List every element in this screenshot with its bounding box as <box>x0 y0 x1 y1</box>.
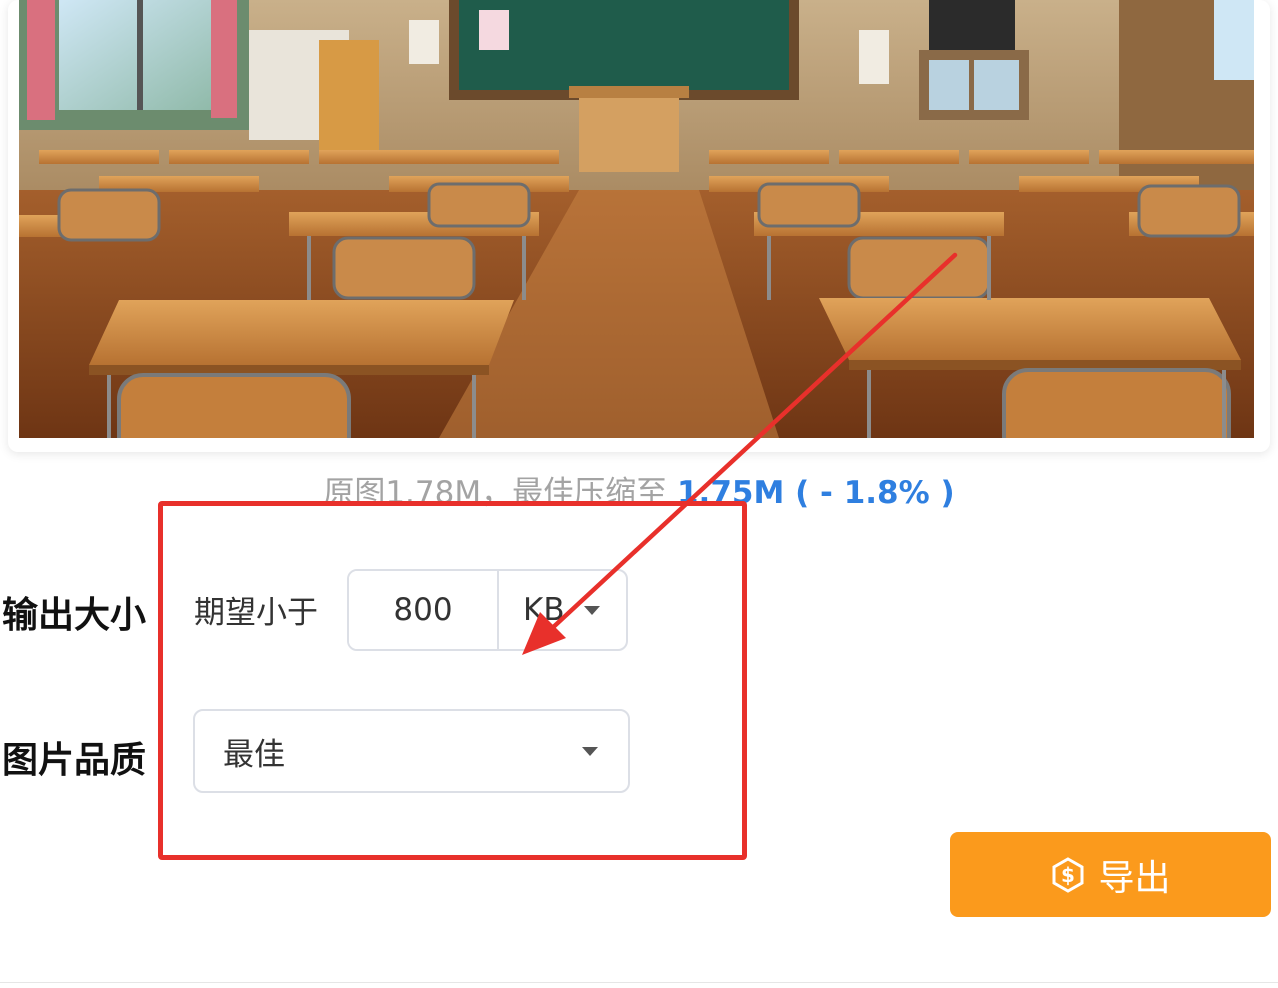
export-button[interactable]: $ 导出 <box>950 832 1271 917</box>
caret-down-icon <box>584 605 600 615</box>
compressed-result-text: 1.75M ( - 1.8% ) <box>676 475 955 511</box>
svg-text:$: $ <box>1062 863 1076 887</box>
preview-image <box>19 0 1254 438</box>
export-label: 导出 <box>1098 857 1171 899</box>
compression-summary: 原图1.78M，最佳压缩至 1.75M ( - 1.8% ) <box>0 467 1278 512</box>
image-quality-label: 图片品质 <box>2 740 147 781</box>
output-size-hint: 期望小于 <box>194 595 318 631</box>
size-unit-select[interactable]: KB <box>499 571 626 649</box>
image-quality-select[interactable]: 最佳 <box>193 709 630 793</box>
coin-dollar-icon: $ <box>1052 856 1084 893</box>
annotation-highlight-box <box>158 501 747 860</box>
caret-down-icon <box>582 746 598 756</box>
divider <box>0 982 1278 983</box>
output-size-input[interactable] <box>349 571 499 649</box>
original-size-text: 原图1.78M，最佳压缩至 <box>323 475 668 511</box>
image-quality-value: 最佳 <box>223 736 285 773</box>
size-unit-value: KB <box>523 592 565 628</box>
output-size-group: KB <box>347 569 628 651</box>
output-size-label: 输出大小 <box>2 595 147 636</box>
